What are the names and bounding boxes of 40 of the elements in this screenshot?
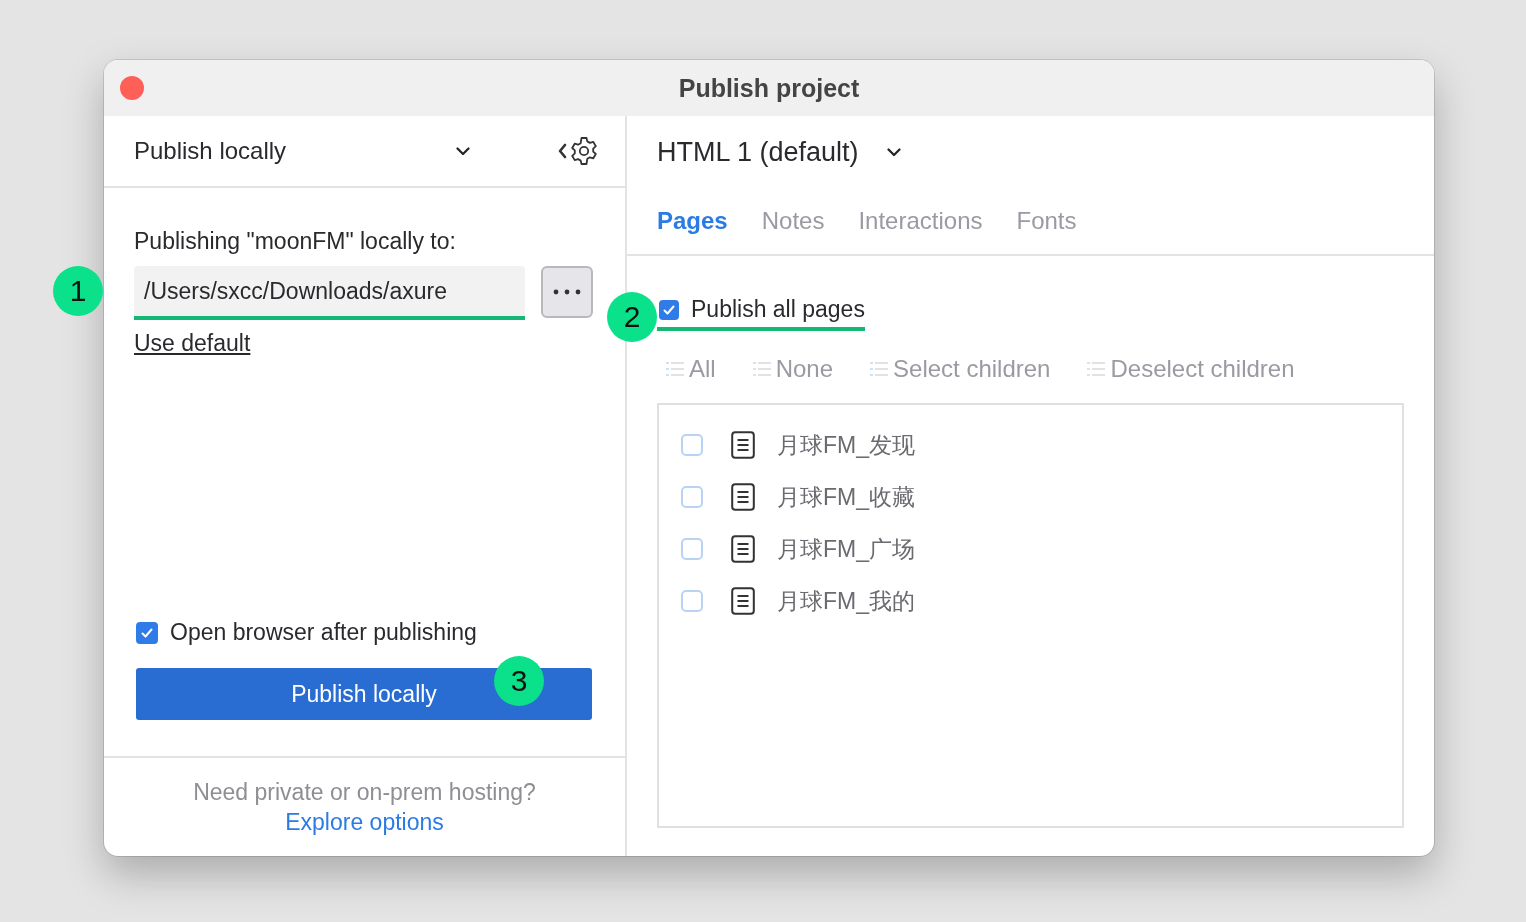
document-icon	[731, 483, 755, 511]
more-icon	[553, 289, 582, 295]
document-icon	[731, 587, 755, 615]
list-icon	[751, 359, 772, 379]
list-icon	[869, 359, 890, 379]
chevron-down-icon	[456, 146, 470, 156]
chevron-down-icon	[886, 147, 901, 157]
path-field[interactable]: /Users/sxcc/Downloads/axure	[134, 266, 526, 320]
document-icon	[731, 431, 755, 459]
open-browser-label: Open browser after publishing	[170, 619, 477, 646]
close-button[interactable]	[120, 76, 144, 100]
tab[interactable]: Pages	[657, 207, 728, 235]
destination-label: Publishing "moonFM" locally to:	[134, 227, 457, 256]
publish-all-label: Publish all pages	[691, 296, 865, 323]
list-icon	[1086, 359, 1107, 379]
selection-button[interactable]: Deselect children	[1086, 355, 1295, 383]
selection-button[interactable]: None	[751, 355, 834, 383]
document-icon	[731, 535, 755, 563]
use-default-link[interactable]: Use default	[134, 330, 251, 357]
browse-button[interactable]	[541, 266, 593, 318]
page-name[interactable]: 月球FM_广场	[777, 533, 915, 565]
checkbox[interactable]	[136, 621, 158, 644]
step-badge: 2	[607, 292, 657, 342]
selection-button[interactable]: Select children	[869, 355, 1051, 383]
page-name[interactable]: 月球FM_发现	[777, 429, 915, 461]
checkbox[interactable]	[659, 299, 679, 320]
publish-mode-dropdown[interactable]: Publish locally	[134, 137, 470, 165]
tab[interactable]: Fonts	[1016, 207, 1077, 235]
page-name[interactable]: 月球FM_收藏	[777, 481, 915, 513]
hosting-prompt: Need private or on-prem hosting?	[193, 778, 536, 807]
selection-button[interactable]: All	[665, 355, 716, 383]
tab[interactable]: Interactions	[858, 207, 983, 235]
page-name[interactable]: 月球FM_我的	[777, 585, 915, 617]
step-badge: 3	[494, 656, 544, 706]
tab[interactable]: Notes	[761, 207, 825, 235]
list-icon	[665, 359, 685, 379]
explore-options-link[interactable]: Explore options	[285, 807, 444, 837]
format-dropdown[interactable]: HTML 1 (default)	[657, 136, 901, 168]
window-title: Publish project	[678, 73, 860, 103]
step-badge: 1	[53, 266, 103, 316]
